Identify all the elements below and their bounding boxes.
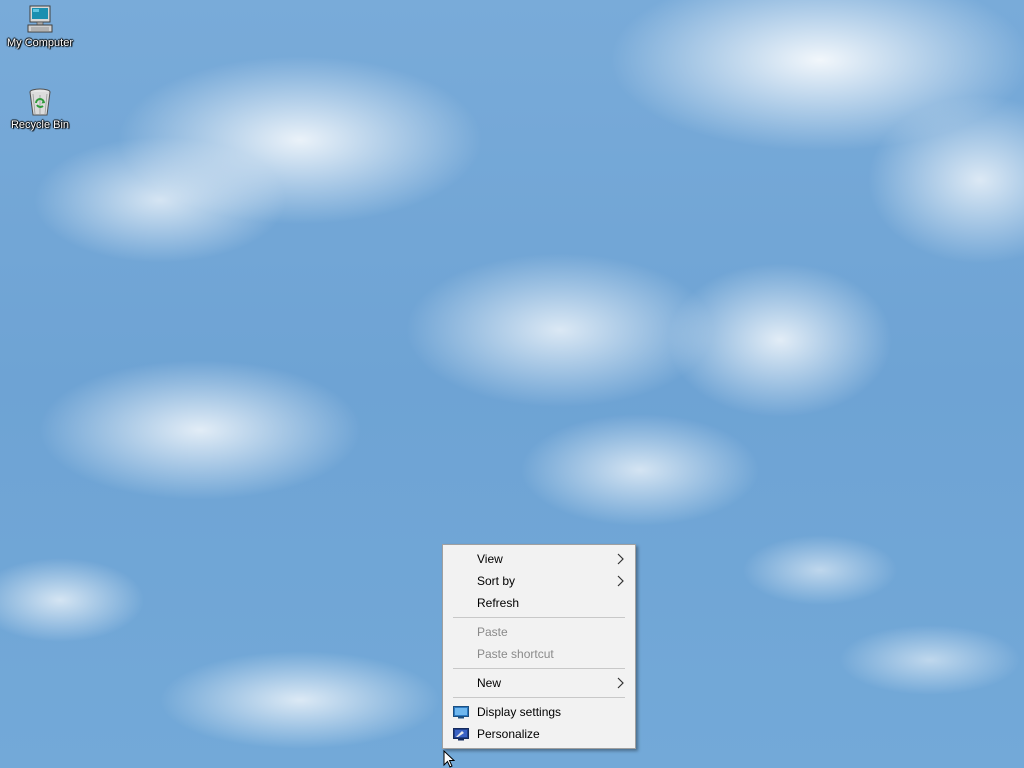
menu-separator xyxy=(453,697,625,698)
menu-item-sort-by[interactable]: Sort by xyxy=(443,570,635,592)
personalize-icon xyxy=(453,728,469,741)
menu-item-label: Paste xyxy=(477,625,508,639)
menu-item-display-settings[interactable]: Display settings xyxy=(443,701,635,723)
desktop-context-menu: View Sort by Refresh Paste Paste shortcu… xyxy=(442,544,636,749)
menu-item-paste-shortcut: Paste shortcut xyxy=(443,643,635,665)
menu-item-label: Refresh xyxy=(477,596,520,610)
menu-item-paste: Paste xyxy=(443,621,635,643)
desktop-background[interactable]: My Computer Recycle Bin View Sort by Ref… xyxy=(0,0,1024,768)
menu-item-label: New xyxy=(477,676,502,690)
display-icon xyxy=(453,706,469,719)
desktop-icon-recycle-bin[interactable]: Recycle Bin xyxy=(0,86,80,132)
desktop-icon-label: Recycle Bin xyxy=(10,119,70,131)
menu-item-personalize[interactable]: Personalize xyxy=(443,723,635,745)
menu-item-label: Paste shortcut xyxy=(477,647,554,661)
recycle-bin-icon xyxy=(29,88,51,116)
menu-item-refresh[interactable]: Refresh xyxy=(443,592,635,614)
menu-separator xyxy=(453,617,625,618)
chevron-right-icon xyxy=(617,677,624,689)
menu-item-label: View xyxy=(477,552,503,566)
menu-item-label: Personalize xyxy=(477,727,540,741)
menu-item-label: Display settings xyxy=(477,705,562,719)
chevron-right-icon xyxy=(617,575,624,587)
menu-item-view[interactable]: View xyxy=(443,548,635,570)
menu-separator xyxy=(453,668,625,669)
menu-item-new[interactable]: New xyxy=(443,672,635,694)
mouse-pointer-icon xyxy=(443,750,455,768)
menu-item-label: Sort by xyxy=(477,574,516,588)
computer-icon xyxy=(27,5,53,33)
chevron-right-icon xyxy=(617,553,624,565)
desktop-icon-my-computer[interactable]: My Computer xyxy=(0,4,80,50)
desktop-icon-label: My Computer xyxy=(6,37,74,49)
